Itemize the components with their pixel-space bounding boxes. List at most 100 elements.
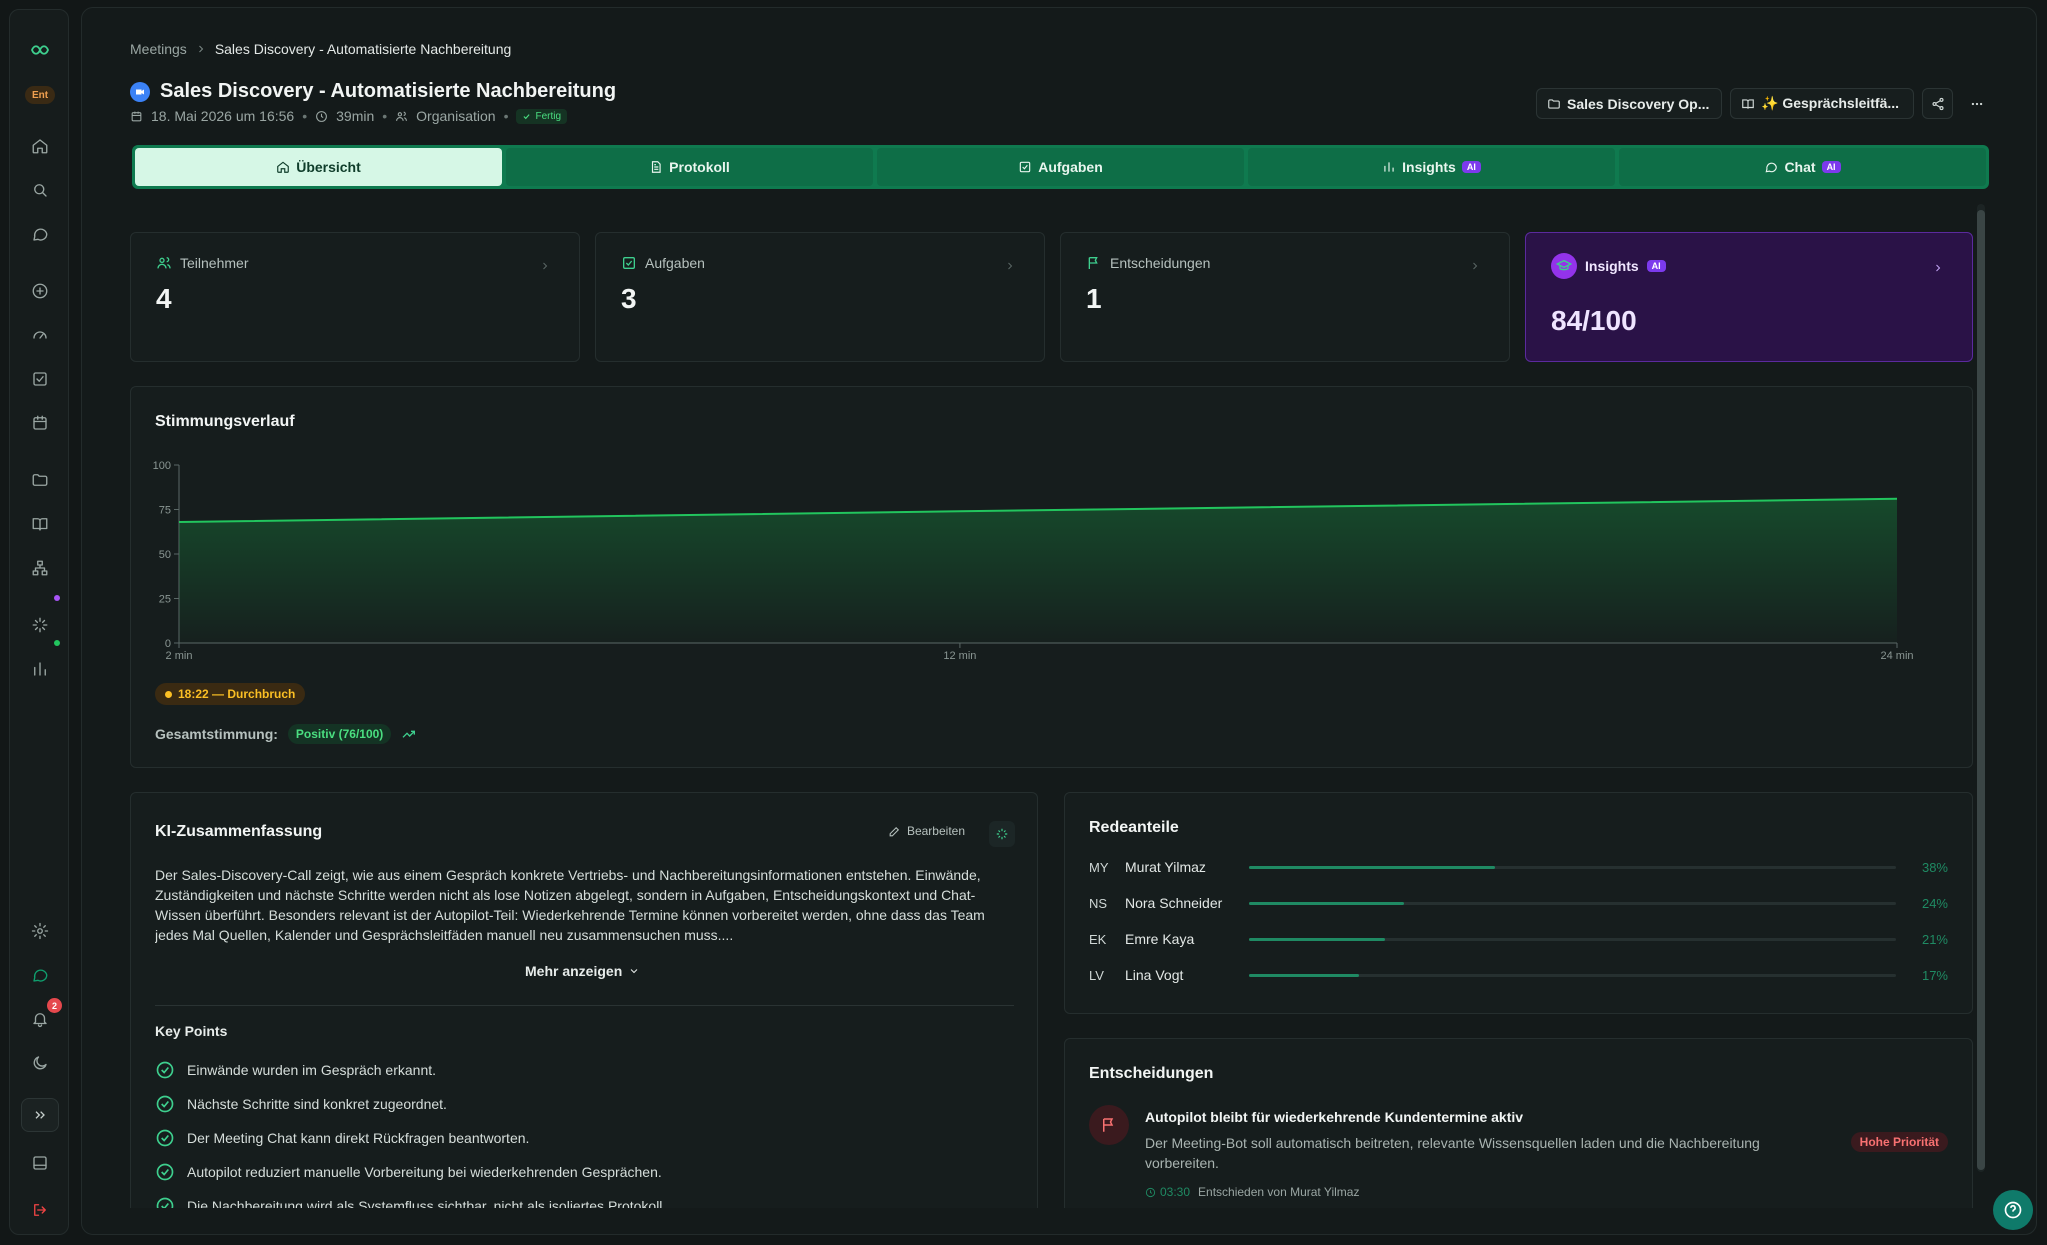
scrollbar-thumb[interactable] bbox=[1977, 210, 1985, 1170]
help-icon bbox=[2004, 1201, 2022, 1219]
tab-insights[interactable]: Insights AI bbox=[1248, 148, 1615, 186]
book-icon[interactable] bbox=[10, 506, 70, 542]
y-tick-label: 50 bbox=[159, 549, 171, 561]
tab-chat[interactable]: Chat AI bbox=[1619, 148, 1986, 186]
key-point-text: Der Meeting Chat kann direkt Rückfragen … bbox=[187, 1130, 530, 1146]
ai-badge: AI bbox=[1646, 260, 1666, 272]
tasks-icon[interactable] bbox=[10, 361, 70, 397]
expand-sidebar-button[interactable] bbox=[21, 1098, 59, 1132]
dashboard-icon[interactable] bbox=[10, 317, 70, 353]
insights-score: 84/100 bbox=[1551, 305, 1637, 336]
analytics-dot bbox=[54, 640, 60, 646]
insights-label: Insights bbox=[1585, 258, 1639, 274]
logout-icon[interactable] bbox=[10, 1192, 70, 1228]
stat-label: Insights AI bbox=[1551, 253, 1666, 279]
chevron-right-icon bbox=[1932, 261, 1944, 279]
decision-time[interactable]: 03:30 bbox=[1145, 1185, 1190, 1199]
more-options-button[interactable] bbox=[1961, 88, 1992, 119]
document-icon bbox=[652, 161, 661, 173]
share-button[interactable] bbox=[1922, 88, 1953, 119]
tab-overview[interactable]: Übersicht bbox=[135, 148, 502, 186]
speaker-name: Nora Schneider bbox=[1125, 895, 1223, 911]
speaker-percent: 17% bbox=[1921, 967, 1948, 983]
panel-icon[interactable] bbox=[10, 1145, 70, 1181]
main-panel: Meetings Sales Discovery - Automatisiert… bbox=[81, 7, 2037, 1235]
meeting-meta: 18. Mai 2026 um 16:56 • 39min • Organisa… bbox=[130, 108, 568, 124]
folder-icon[interactable] bbox=[10, 462, 70, 498]
breadcrumb-root-link[interactable]: Meetings bbox=[130, 41, 187, 57]
edit-summary-button[interactable]: Bearbeiten bbox=[888, 824, 965, 838]
chevron-right-icon bbox=[198, 45, 204, 53]
support-chat-icon[interactable] bbox=[10, 957, 70, 993]
users-icon bbox=[396, 111, 408, 121]
stat-value: 1 bbox=[1086, 283, 1102, 314]
trending-up-icon bbox=[402, 730, 416, 738]
stat-value: 3 bbox=[621, 283, 637, 314]
meeting-date: 18. Mai 2026 um 16:56 bbox=[151, 108, 295, 124]
speaker-name: Lina Vogt bbox=[1125, 967, 1184, 983]
search-icon[interactable] bbox=[10, 172, 70, 208]
speaker-bar-fill bbox=[1249, 865, 1495, 869]
calendar-icon bbox=[131, 111, 142, 121]
key-moment-badge[interactable]: 18:22 — Durchbruch bbox=[155, 683, 306, 705]
x-tick-label: 12 min bbox=[943, 650, 976, 662]
regenerate-button[interactable] bbox=[989, 821, 1015, 847]
chat-icon[interactable] bbox=[10, 216, 70, 252]
tab-tasks[interactable]: Aufgaben bbox=[877, 148, 1244, 186]
chevron-down-icon bbox=[630, 969, 638, 974]
logo-icon[interactable] bbox=[10, 32, 70, 68]
speaker-row: EK Emre Kaya 21% bbox=[1089, 931, 1949, 947]
insights-score-card[interactable]: Insights AI 84/100 bbox=[1525, 232, 1973, 362]
chevron-right-icon bbox=[1004, 259, 1016, 277]
key-point: Nächste Schritte sind konkret zugeordnet… bbox=[155, 1087, 666, 1121]
settings-icon[interactable] bbox=[10, 913, 70, 949]
stat-card-participants[interactable]: Teilnehmer 4 bbox=[130, 232, 580, 362]
chat-icon bbox=[1766, 162, 1778, 173]
stat-label: Entscheidungen bbox=[1086, 255, 1210, 271]
scrollbar[interactable] bbox=[1977, 204, 1985, 1172]
folder-button-label: Sales Discovery Op... bbox=[1567, 95, 1710, 112]
org-chart-icon[interactable] bbox=[10, 550, 70, 586]
help-button[interactable] bbox=[1993, 1190, 2033, 1230]
moon-icon[interactable] bbox=[10, 1045, 70, 1081]
speaker-percent: 24% bbox=[1921, 895, 1948, 911]
tab-label: Chat bbox=[1784, 159, 1816, 175]
chevron-right-icon bbox=[1469, 259, 1481, 277]
x-tick-label: 24 min bbox=[1880, 650, 1913, 662]
stat-card-tasks[interactable]: Aufgaben 3 bbox=[595, 232, 1045, 362]
overview-content: Teilnehmer 4 Aufgaben 3 Entscheidungen 1 bbox=[130, 208, 1980, 1208]
users-icon bbox=[157, 257, 171, 269]
tab-protocol[interactable]: Protokoll bbox=[506, 148, 873, 186]
add-meeting-icon[interactable] bbox=[10, 273, 70, 309]
speaker-row: MY Murat Yilmaz 38% bbox=[1089, 859, 1949, 875]
graduation-cap-icon bbox=[1551, 253, 1577, 279]
speaker-bar bbox=[1249, 901, 1896, 905]
key-points-title: Key Points bbox=[155, 1023, 228, 1039]
key-point: Einwände wurden im Gespräch erkannt. bbox=[155, 1053, 666, 1087]
sentiment-area bbox=[179, 498, 1897, 643]
check-circle-icon bbox=[156, 1197, 174, 1208]
y-tick-label: 25 bbox=[159, 594, 171, 606]
calendar-icon[interactable] bbox=[10, 405, 70, 441]
breadcrumb-current: Sales Discovery - Automatisierte Nachber… bbox=[214, 41, 512, 57]
decided-by: Entschieden von Murat Yilmaz bbox=[1198, 1185, 1360, 1199]
status-text: Fertig bbox=[535, 110, 562, 122]
show-more-button[interactable]: Mehr anzeigen bbox=[525, 963, 640, 979]
decision-title[interactable]: Autopilot bleibt für wiederkehrende Kund… bbox=[1145, 1109, 1523, 1125]
stat-card-decisions[interactable]: Entscheidungen 1 bbox=[1060, 232, 1510, 362]
y-tick-label: 100 bbox=[153, 460, 171, 472]
speaker-name: Emre Kaya bbox=[1125, 931, 1195, 947]
automation-icon[interactable] bbox=[10, 607, 70, 643]
analytics-icon[interactable] bbox=[10, 651, 70, 687]
y-tick-label: 75 bbox=[159, 505, 171, 517]
home-icon[interactable] bbox=[10, 128, 70, 164]
speaker-bar-fill bbox=[1249, 937, 1385, 941]
folder-button[interactable]: Sales Discovery Op... bbox=[1536, 88, 1722, 119]
divider bbox=[155, 1005, 1014, 1006]
speaker-initials: NS bbox=[1089, 895, 1108, 911]
ai-badge: AI bbox=[1461, 161, 1481, 173]
decisions-card: Entscheidungen Autopilot bleibt für wied… bbox=[1064, 1038, 1973, 1208]
decisions-title: Entscheidungen bbox=[1089, 1065, 1214, 1082]
check-circle-icon bbox=[156, 1129, 174, 1147]
guide-button[interactable]: ✨ Gesprächsleitfä... bbox=[1730, 88, 1914, 119]
